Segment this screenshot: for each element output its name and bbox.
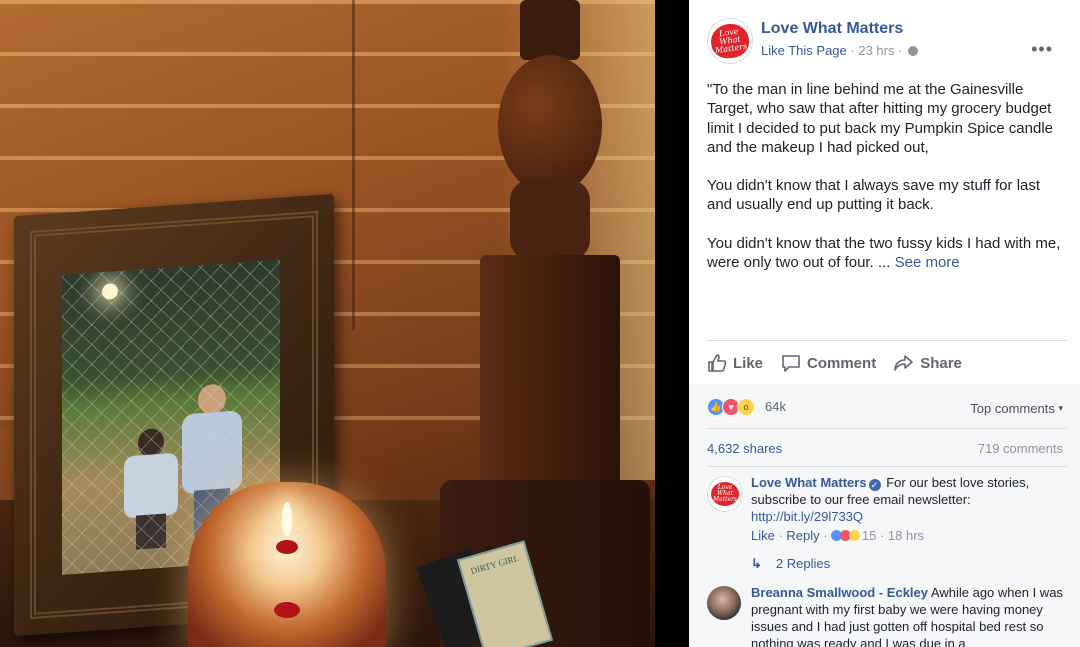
- shares-count[interactable]: 4,632 shares: [707, 441, 782, 456]
- post-paragraph: You didn't know that the two fussy kids …: [707, 234, 1061, 272]
- verified-badge-icon: ✓: [868, 479, 881, 491]
- comment-actions: Like · Reply · 15 · 18 hrs: [751, 528, 925, 543]
- like-page-link[interactable]: Like This Page: [761, 43, 847, 58]
- reply-arrow-icon: ↳: [751, 556, 762, 571]
- divider: [707, 466, 1067, 467]
- comment-time[interactable]: 18 hrs: [888, 528, 924, 543]
- page-logo: Love What Matters: [708, 21, 752, 61]
- commenter-name[interactable]: Breanna Smallwood - Eckley: [751, 585, 928, 600]
- reactions-row: 👍 ♥ o 64k Top comments ▾: [707, 396, 1069, 418]
- makeup-label: DIRTY GIRL: [469, 552, 521, 577]
- reaction-icons[interactable]: 👍 ♥ o: [707, 398, 755, 416]
- like-label: Like: [733, 354, 764, 372]
- post-paragraph: You didn't know that I always save my st…: [707, 177, 1041, 214]
- comment-label: Comment: [807, 354, 877, 372]
- viewer-gap: [655, 0, 689, 647]
- post-text: "To the man in line behind me at the Gai…: [707, 80, 1067, 291]
- post-paragraph: "To the man in line behind me at the Gai…: [707, 81, 1054, 156]
- comment-bubble-icon: [782, 355, 800, 372]
- page-name[interactable]: Love What Matters: [761, 20, 903, 38]
- commenter-avatar[interactable]: Love What Matters: [707, 476, 743, 512]
- divider: [707, 428, 1067, 429]
- candle: [188, 482, 386, 647]
- like-thumb-icon: [708, 354, 727, 372]
- reaction-count[interactable]: 64k: [765, 399, 786, 414]
- post-meta: Like This Page · 23 hrs ·: [761, 43, 919, 58]
- shares-row: 4,632 shares 719 comments: [707, 438, 1069, 458]
- comment-button[interactable]: Comment: [781, 352, 876, 374]
- share-arrow-icon: [894, 355, 913, 371]
- comment-reply-button[interactable]: Reply: [786, 528, 819, 543]
- comment-like-button[interactable]: Like: [751, 528, 775, 543]
- comment-reaction-count[interactable]: 15: [862, 528, 876, 543]
- chevron-down-icon: ▾: [1058, 403, 1063, 413]
- comment-body: Breanna Smallwood - Eckley Awhile ago wh…: [751, 584, 1069, 647]
- comment-link[interactable]: http://bit.ly/29l733Q: [751, 509, 863, 524]
- post-time[interactable]: 23 hrs: [858, 43, 894, 58]
- divider: [707, 340, 1067, 341]
- candle-flame: [282, 502, 292, 536]
- see-more-link[interactable]: See more: [895, 254, 960, 271]
- meta-separator: ·: [850, 43, 855, 58]
- comment-body: Love What Matters ✓ For our best love sto…: [751, 474, 1069, 544]
- comments-count[interactable]: 719 comments: [978, 441, 1063, 456]
- more-options-icon[interactable]: •••: [1031, 40, 1053, 58]
- post-photo[interactable]: DIRTY GIRL: [0, 0, 655, 647]
- wow-reaction-icon: o: [737, 398, 755, 416]
- post-side-panel: Love What Matters Love What Matters Like T…: [689, 0, 1080, 647]
- post-header: Love What Matters Love What Matters Like T…: [707, 16, 1067, 64]
- blind-cord: [352, 0, 355, 330]
- share-label: Share: [920, 354, 962, 372]
- facebook-photo-viewer: DIRTY GIRL Love What Matters Love What Mat…: [0, 0, 1080, 647]
- top-comments-dropdown[interactable]: Top comments ▾: [970, 401, 1063, 416]
- view-replies-link[interactable]: ↳ 2 Replies: [751, 556, 830, 572]
- meta-separator: ·: [898, 43, 903, 58]
- like-button[interactable]: Like: [707, 352, 763, 374]
- wow-reaction-icon: [849, 530, 861, 541]
- share-button[interactable]: Share: [894, 352, 962, 374]
- commenter-avatar[interactable]: [707, 586, 741, 620]
- globe-icon: [908, 46, 919, 56]
- commenter-name[interactable]: Love What Matters: [751, 475, 867, 490]
- page-avatar[interactable]: Love What Matters: [707, 18, 753, 64]
- post-actions: Like Comment Share: [707, 352, 1067, 374]
